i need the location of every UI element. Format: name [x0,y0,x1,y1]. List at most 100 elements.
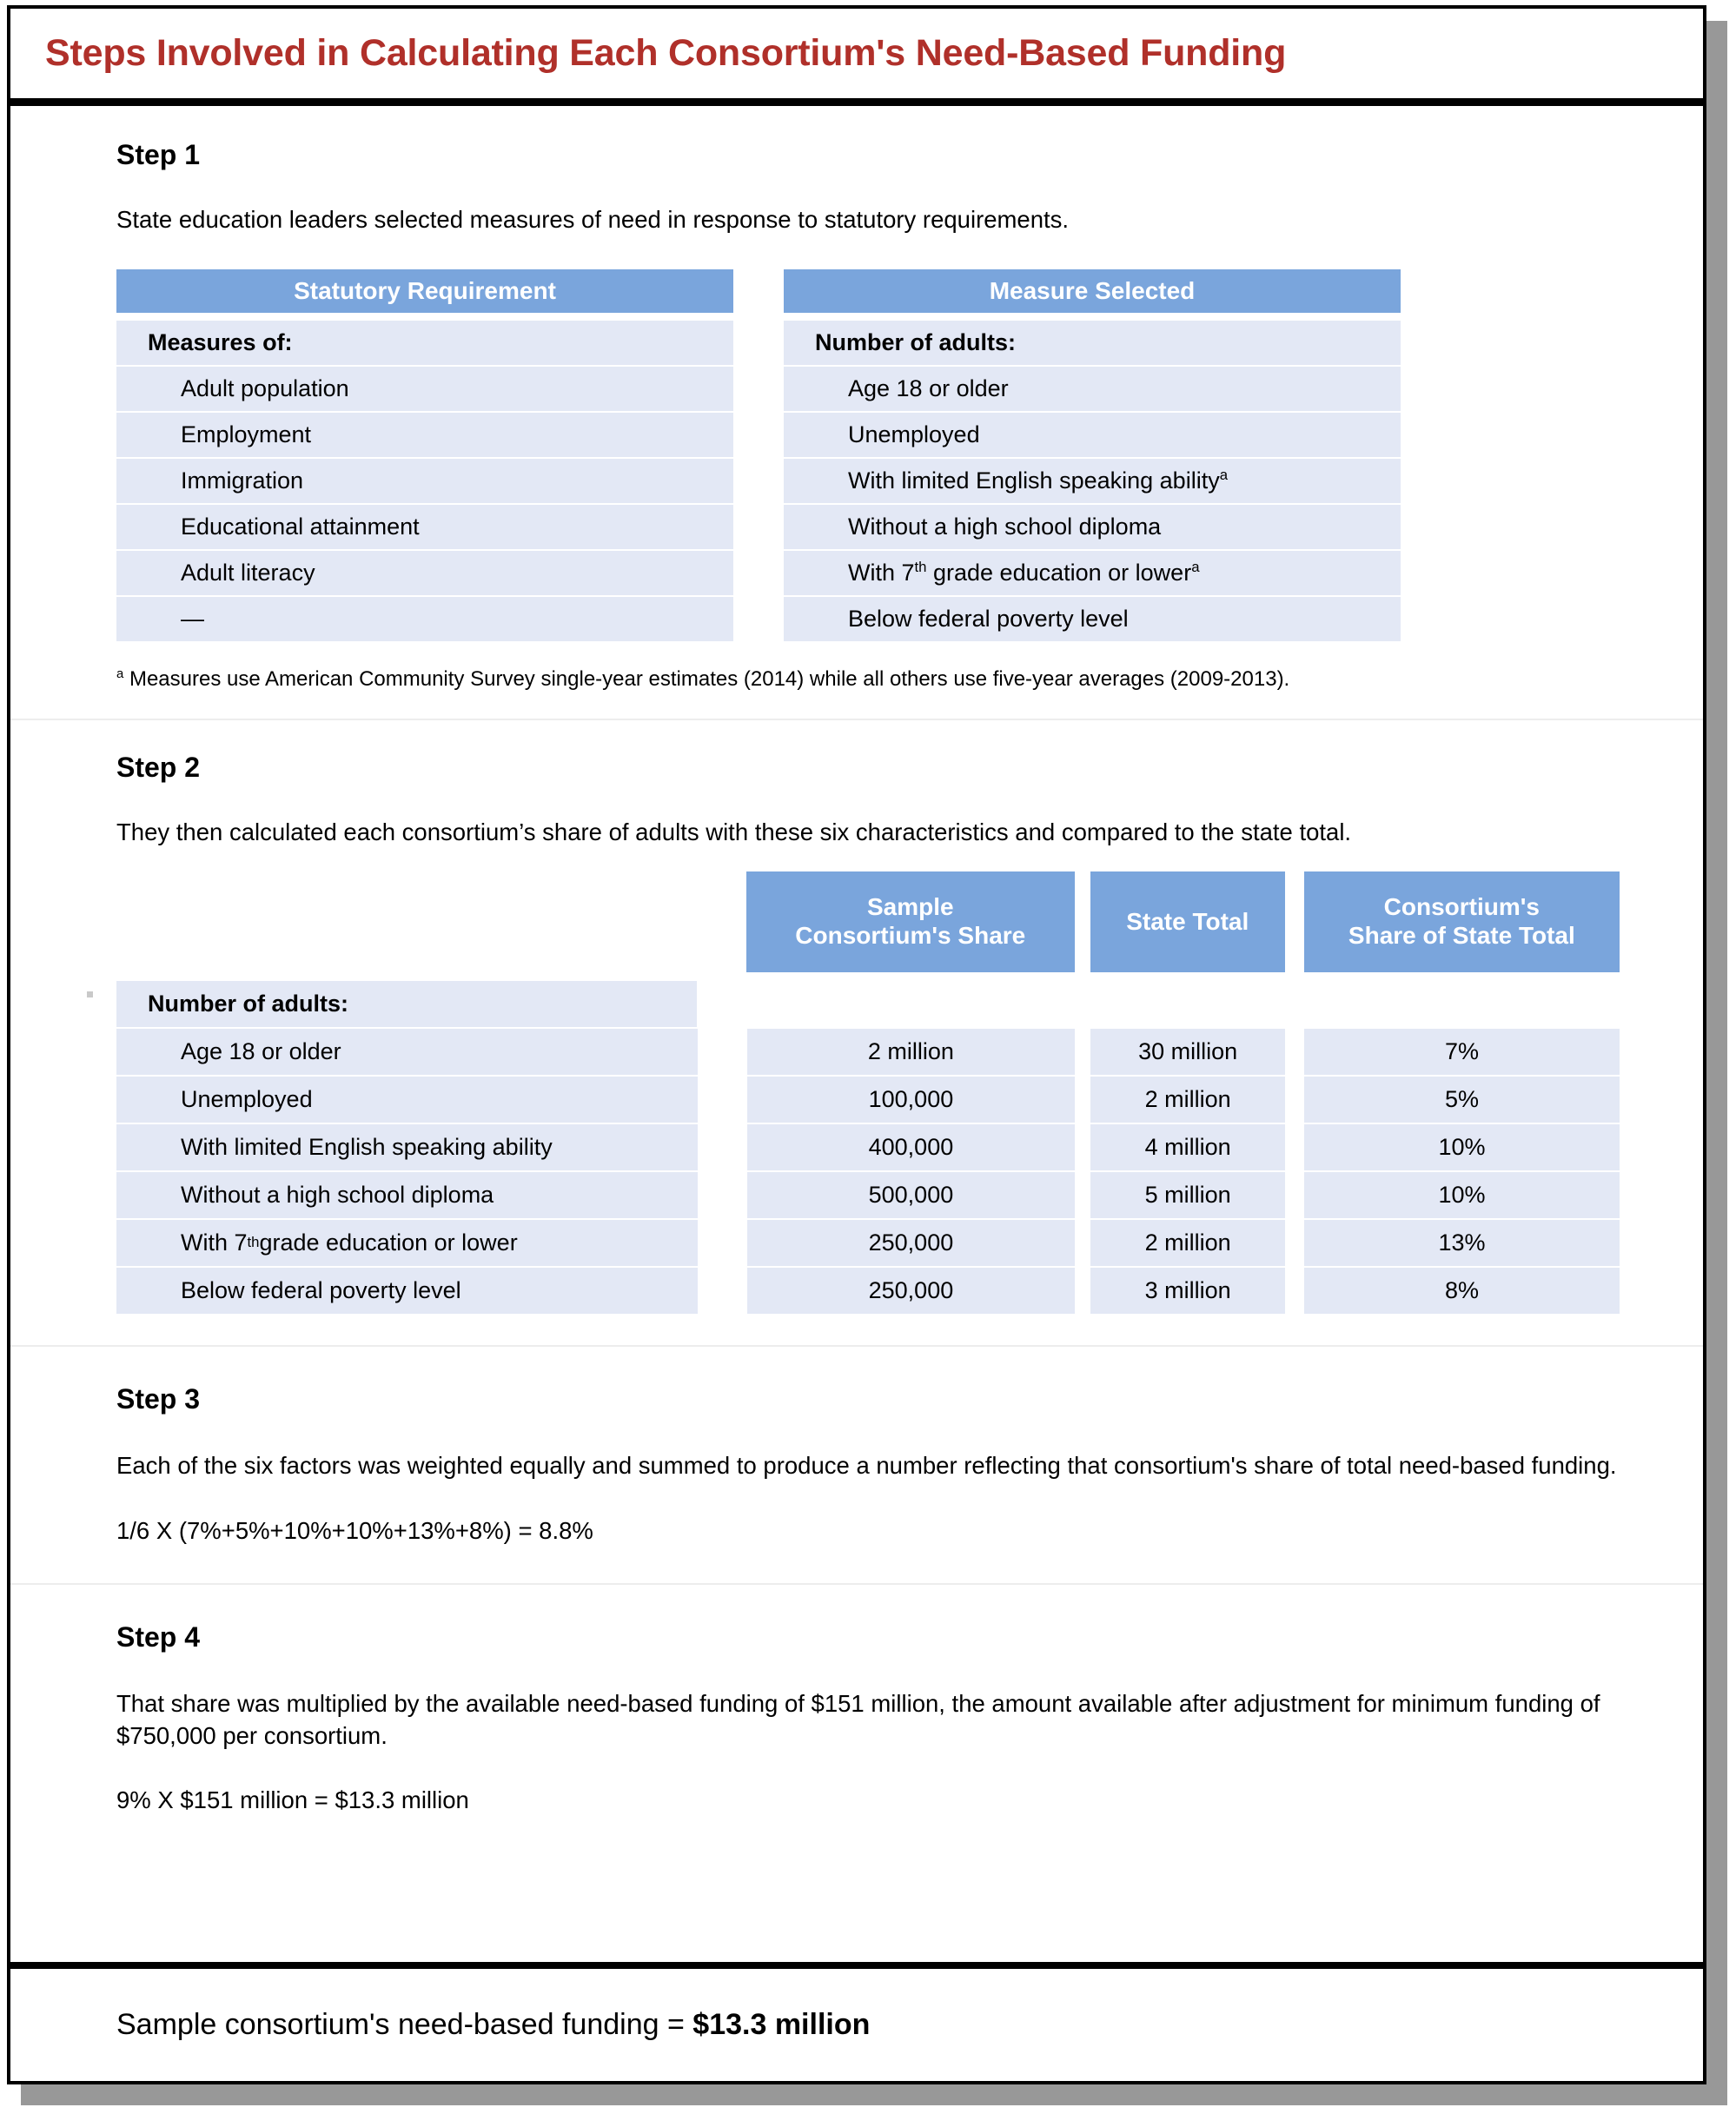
table-row: Age 18 or older [784,366,1401,411]
table-row: Without a high school diploma [784,504,1401,549]
table-row: Adult population [116,366,733,411]
row-label: With 7th grade education or lower [116,1219,698,1266]
figure-frame: Steps Involved in Calculating Each Conso… [7,5,1706,2084]
step-3-section: Step 3 Each of the six factors was weigh… [10,1344,1703,1583]
figure-body: Step 1 State education leaders selected … [10,106,1703,1962]
page-title: Steps Involved in Calculating Each Conso… [45,31,1287,74]
row-label-prefix: With 7 [181,1229,248,1256]
row-sample-share: 250,000 [746,1267,1076,1314]
row-label: Below federal poverty level [116,1267,698,1314]
measure-text: Below federal poverty level [848,605,1129,632]
step-1-footnote: a Measures use American Community Survey… [116,666,1661,693]
row-share-of-state: 5% [1304,1076,1620,1123]
measure-group-label: Number of adults: [784,320,1401,365]
table-row: With limited English speaking abilitya [784,458,1401,503]
spacer-cell [1304,981,1620,1027]
measure-text-prefix: With 7 [848,559,915,586]
step-2-section: Step 2 They then calculated each consort… [10,719,1703,1345]
row-sample-share: 100,000 [746,1076,1076,1123]
step-1-description: State education leaders selected measure… [116,206,1070,233]
result-statement: Sample consortium's need-based funding =… [116,2008,870,2042]
step-2-table: Sample Consortium's Share State Total Co… [116,871,1620,1314]
result-bar: Sample consortium's need-based funding =… [10,1962,1703,2081]
ordinal-suffix: th [914,558,927,575]
table-row: Unemployed [784,412,1401,457]
measure-selected-header: Measure Selected [784,268,1401,313]
table-row: Adult literacy [116,550,733,595]
step-2-description: They then calculated each consortium’s s… [116,818,1352,846]
table-row: Immigration [116,458,733,503]
result-label: Sample consortium's need-based funding = [116,2008,693,2041]
step-1-heading: Step 1 [116,139,201,170]
measure-text-suffix: grade education or lower [926,559,1192,586]
statutory-group-label: Measures of: [116,320,733,365]
step-3-heading: Step 3 [116,1382,201,1415]
measure-text: Without a high school diploma [848,513,1162,540]
table-row: Unemployed 100,000 2 million 5% [116,1076,1620,1123]
step-4-formula: 9% X $151 million = $13.3 million [116,1786,469,1814]
row-state-total: 3 million [1090,1267,1285,1314]
measure-text: Age 18 or older [848,374,1009,401]
table-row: With limited English speaking ability 40… [116,1123,1620,1170]
sample-share-header-line1: Sample [866,893,954,921]
row-sample-share: 400,000 [746,1123,1076,1170]
measure-text: Unemployed [848,421,980,447]
table-row: Below federal poverty level [784,596,1401,641]
footnote-marker: a [1191,558,1200,575]
table-row: With 7th grade education or lowera [784,550,1401,595]
statutory-requirement-table: Statutory Requirement Measures of: Adult… [116,268,733,643]
spacer-cell [746,981,1075,1027]
statutory-requirement-header: Statutory Requirement [116,268,733,313]
table-row: With 7th grade education or lower 250,00… [116,1219,1620,1266]
stray-mark [87,991,93,998]
row-label: Age 18 or older [116,1028,698,1075]
footnote-text: Measures use American Community Survey s… [129,666,1290,691]
step-1-tables: Statutory Requirement Measures of: Adult… [116,268,1661,643]
table-row: Age 18 or older 2 million 30 million 7% [116,1028,1620,1075]
figure-page: Steps Involved in Calculating Each Conso… [0,0,1736,2114]
row-sample-share: 500,000 [746,1171,1076,1218]
row-share-of-state: 13% [1304,1219,1620,1266]
step-2-heading: Step 2 [116,752,201,784]
spacer-cell [1090,981,1285,1027]
row-share-of-state: 7% [1304,1028,1620,1075]
empty-header-cell [116,871,697,972]
row-share-of-state: 8% [1304,1267,1620,1314]
row-label: With limited English speaking ability [116,1123,698,1170]
step-2-header-row: Sample Consortium's Share State Total Co… [116,871,1620,972]
sample-share-header-line2: Consortium's Share [795,921,1026,949]
footnote-marker: a [116,666,124,681]
step-4-heading: Step 4 [116,1620,201,1653]
row-state-total: 5 million [1090,1171,1285,1218]
table-row: Below federal poverty level 250,000 3 mi… [116,1267,1620,1314]
result-value: $13.3 million [692,2008,871,2041]
step-3-formula: 1/6 X (7%+5%+10%+10%+13%+8%) = 8.8% [116,1516,593,1544]
row-state-total: 4 million [1090,1123,1285,1170]
row-state-total: 2 million [1090,1219,1285,1266]
table-row: — [116,596,733,641]
row-sample-share: 250,000 [746,1219,1076,1266]
table-row: Without a high school diploma 500,000 5 … [116,1171,1620,1218]
row-sample-share: 2 million [746,1028,1076,1075]
step-2-group-row: Number of adults: [116,980,1620,1027]
table-row: Educational attainment [116,504,733,549]
step-2-group-label: Number of adults: [116,980,698,1027]
measure-selected-table: Measure Selected Number of adults: Age 1… [784,268,1401,643]
row-share-of-state: 10% [1304,1171,1620,1218]
row-label: Unemployed [116,1076,698,1123]
step-1-section: Step 1 State education leaders selected … [10,106,1703,719]
step-4-section: Step 4 That share was multiplied by the … [10,1582,1703,1859]
row-share-of-state: 10% [1304,1123,1620,1170]
state-total-header: State Total [1090,871,1285,972]
sample-share-header: Sample Consortium's Share [745,871,1075,972]
share-of-state-header: Consortium's Share of State Total [1303,871,1620,972]
share-of-state-header-line1: Consortium's [1383,893,1541,921]
row-state-total: 2 million [1090,1076,1285,1123]
row-state-total: 30 million [1090,1028,1285,1075]
footnote-marker: a [1219,466,1229,483]
step-4-description: That share was multiplied by the availab… [116,1689,1600,1749]
measure-text: With limited English speaking ability [848,467,1220,494]
row-label: Without a high school diploma [116,1171,698,1218]
row-label-suffix: grade education or lower [259,1229,518,1256]
figure-title-bar: Steps Involved in Calculating Each Conso… [10,9,1703,106]
